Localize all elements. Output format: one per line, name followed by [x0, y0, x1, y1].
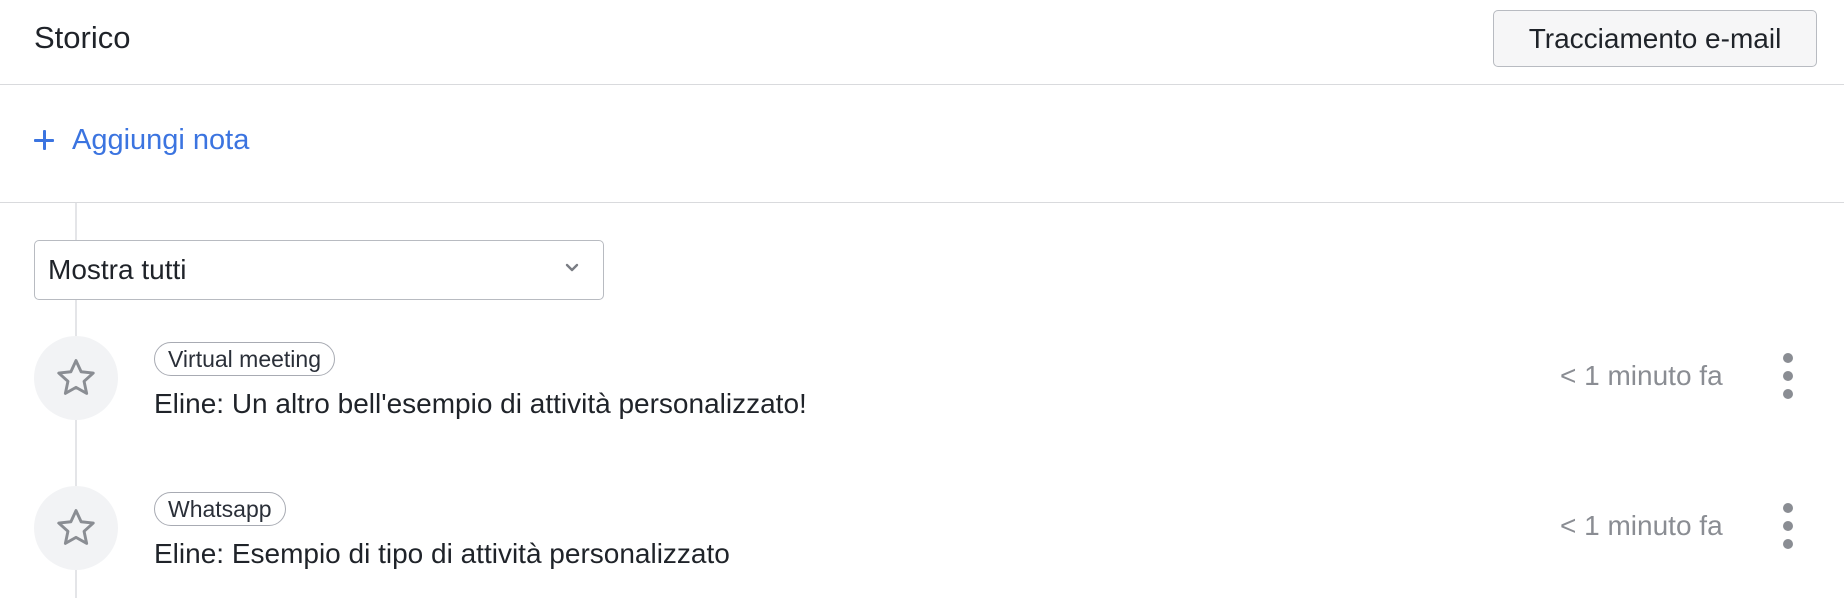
activity-type-badge: Whatsapp — [154, 492, 286, 526]
chevron-down-icon — [565, 263, 579, 272]
dot — [1783, 353, 1793, 363]
page-title: Storico — [34, 20, 131, 55]
dot — [1783, 389, 1793, 399]
filter-selected-value: Mostra tutti — [48, 254, 187, 285]
dot — [1783, 371, 1793, 381]
favorite-toggle[interactable] — [34, 336, 118, 420]
add-note-label: Aggiungi nota — [72, 123, 250, 156]
activity-type-badge: Virtual meeting — [154, 342, 335, 376]
dot — [1783, 503, 1793, 513]
dot — [1783, 539, 1793, 549]
add-note-link[interactable]: Aggiungi nota — [34, 120, 249, 160]
activity-description: Eline: Un altro bell'esempio di attività… — [154, 388, 807, 419]
favorite-toggle[interactable] — [34, 486, 118, 570]
star-icon — [57, 509, 95, 545]
email-tracking-button[interactable]: Tracciamento e-mail — [1493, 10, 1817, 67]
star-icon — [57, 359, 95, 395]
activity-item: Whatsapp Eline: Esempio di tipo di attiv… — [0, 486, 1844, 596]
history-header: Storico Tracciamento e-mail — [0, 0, 1844, 85]
divider — [0, 202, 1844, 203]
activity-item: Virtual meeting Eline: Un altro bell'ese… — [0, 336, 1844, 446]
activity-timestamp: < 1 minuto fa — [1560, 360, 1723, 391]
plus-icon — [34, 130, 54, 150]
dot — [1783, 521, 1793, 531]
more-options-icon[interactable] — [1776, 503, 1800, 549]
activity-description: Eline: Esempio di tipo di attività perso… — [154, 538, 730, 569]
more-options-icon[interactable] — [1776, 353, 1800, 399]
activity-timestamp: < 1 minuto fa — [1560, 510, 1723, 541]
activity-filter-select[interactable]: Mostra tutti — [34, 240, 604, 300]
